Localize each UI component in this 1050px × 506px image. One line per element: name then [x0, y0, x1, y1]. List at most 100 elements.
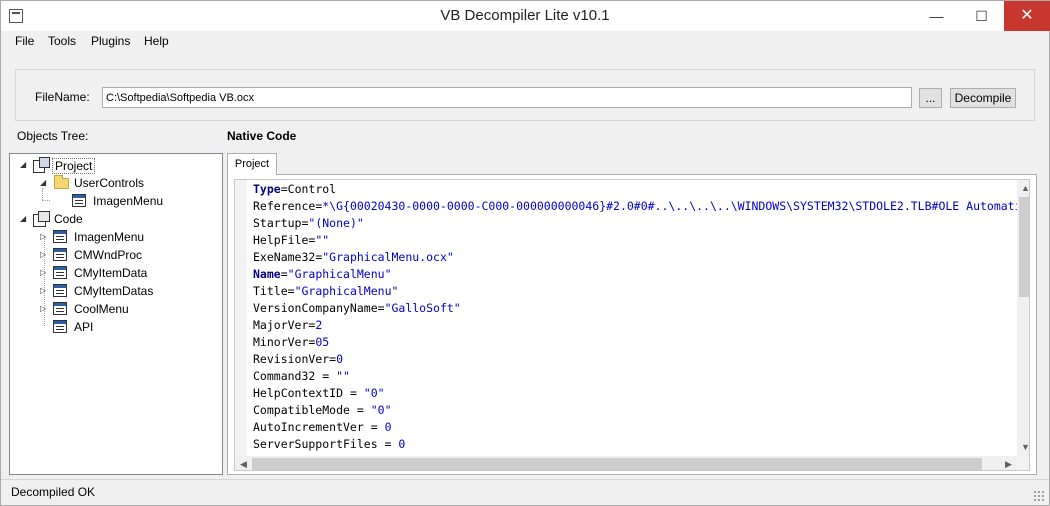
code-key: Command32	[253, 369, 316, 383]
code-value: Control	[287, 182, 337, 196]
tree-item-imagenmenu[interactable]: ImagenMenu	[54, 192, 214, 210]
vertical-scroll-thumb[interactable]	[1019, 197, 1029, 297]
minimize-button[interactable]: —	[914, 1, 959, 31]
menu-file[interactable]: File	[15, 34, 34, 48]
code-key: MajorVer	[253, 318, 309, 332]
tree-item-label: CMWndProc	[74, 248, 143, 262]
code-value: ""	[315, 233, 330, 247]
code-line: MajorVer=2	[253, 318, 322, 335]
tree-item-usercontrols[interactable]: ◢ UserControls	[38, 174, 218, 192]
tab-project[interactable]: Project	[227, 153, 277, 175]
code-line: Command32 = ""	[253, 369, 350, 386]
tree-item-label: CoolMenu	[74, 302, 129, 316]
code-value: 0	[336, 352, 344, 366]
tree-item-project[interactable]: ◢ Project	[18, 156, 218, 174]
form-icon	[53, 284, 67, 297]
menu-help[interactable]: Help	[144, 34, 169, 48]
tree-line	[42, 200, 50, 201]
code-key: Name	[253, 267, 281, 281]
tree-item-code[interactable]: ◢ Code	[18, 210, 218, 228]
vertical-scrollbar[interactable]: ▲ ▼	[1017, 180, 1029, 456]
expand-icon[interactable]: ▷	[40, 232, 46, 241]
menu-tools[interactable]: Tools	[48, 34, 76, 48]
menu-plugins[interactable]: Plugins	[91, 34, 130, 48]
tree-item-api[interactable]: API	[38, 318, 218, 336]
code-separator: =	[287, 284, 295, 298]
horizontal-scroll-thumb[interactable]	[252, 458, 982, 470]
code-value: ""	[336, 369, 350, 383]
scroll-up-icon[interactable]: ▲	[1017, 180, 1029, 197]
tree-item-label: UserControls	[74, 176, 145, 190]
resize-grip-icon[interactable]	[1033, 490, 1045, 502]
objects-tree[interactable]: ◢ Project ◢ UserControls ImagenMenu ◢ Co…	[9, 153, 223, 475]
code-value: "GraphicalMenu.ocx"	[322, 250, 454, 264]
code-key: ServerSupportFiles	[253, 437, 378, 451]
project-icon	[33, 157, 50, 173]
tree-item-cmyitemdatas[interactable]: ▷ CMyItemDatas	[38, 282, 218, 300]
code-value: "0"	[370, 403, 392, 417]
code-key: MinorVer	[253, 335, 309, 349]
tree-item-label: ImagenMenu	[74, 230, 145, 244]
code-line: Type=Control	[253, 182, 336, 199]
window-title: VB Decompiler Lite v10.1	[440, 7, 610, 24]
code-separator: =	[280, 182, 288, 196]
code-key: VersionCompanyName	[253, 301, 378, 315]
code-value: 05	[315, 335, 330, 349]
decompile-button[interactable]: Decompile	[950, 88, 1016, 108]
tree-item-coolmenu[interactable]: ▷ CoolMenu	[38, 300, 218, 318]
title-bar[interactable]: VB Decompiler Lite v10.1 — ☐ ✕	[1, 1, 1050, 31]
collapse-icon[interactable]: ◢	[20, 214, 26, 223]
code-line: ExeName32="GraphicalMenu.ocx"	[253, 250, 454, 267]
code-value: 0	[384, 420, 392, 434]
form-icon	[53, 320, 67, 333]
code-value: "GalloSoft"	[384, 301, 461, 315]
code-text-area[interactable]: Type=Control Reference = *\G{00020430-0000-…	[247, 180, 1017, 456]
filename-input[interactable]	[102, 87, 912, 108]
code-value: "(None)"	[308, 216, 364, 230]
tree-item-label: CMyItemDatas	[74, 284, 154, 298]
form-icon	[53, 248, 67, 261]
expand-icon[interactable]: ▷	[40, 250, 46, 259]
expand-icon[interactable]: ▷	[40, 268, 46, 277]
expand-icon[interactable]: ▷	[40, 304, 46, 313]
code-view[interactable]: Type=Control Reference = *\G{00020430-0000-…	[234, 179, 1030, 471]
maximize-button[interactable]: ☐	[959, 1, 1004, 31]
code-line: RevisionVer=0	[253, 352, 343, 369]
form-icon	[72, 194, 86, 207]
tree-item-cmyitemdata[interactable]: ▷ CMyItemData	[38, 264, 218, 282]
tree-item-label: CMyItemData	[74, 266, 148, 280]
tree-item-label: Project	[52, 158, 96, 174]
code-value: "0"	[363, 386, 385, 400]
code-key: HelpFile	[253, 233, 309, 247]
tree-item-label: API	[74, 320, 94, 334]
collapse-icon[interactable]: ◢	[40, 178, 46, 187]
form-icon	[53, 266, 67, 279]
close-button[interactable]: ✕	[1004, 1, 1050, 31]
code-separator: =	[343, 386, 364, 400]
objects-tree-label: Objects Tree:	[17, 129, 89, 143]
filename-panel: FileName: ... Decompile	[15, 69, 1035, 121]
code-value: "GraphicalMenu"	[287, 267, 392, 281]
horizontal-scrollbar[interactable]: ◀ ▶	[235, 456, 1017, 470]
code-line: AutoIncrementVer = 0	[253, 420, 392, 437]
tree-item-cmwndproc[interactable]: ▷ CMWndProc	[38, 246, 218, 264]
filename-label: FileName:	[35, 90, 90, 104]
code-key: Reference	[253, 199, 316, 213]
browse-button[interactable]: ...	[919, 88, 942, 108]
code-separator: =	[349, 403, 371, 417]
code-separator: =	[377, 301, 385, 315]
collapse-icon[interactable]: ◢	[20, 160, 26, 169]
code-separator: =	[363, 420, 385, 434]
code-value: "GraphicalMenu"	[294, 284, 399, 298]
scroll-right-icon[interactable]: ▶	[1000, 456, 1017, 470]
code-line: ServerSupportFiles = 0	[253, 437, 405, 454]
scroll-left-icon[interactable]: ◀	[235, 456, 252, 470]
tree-item-code-imagenmenu[interactable]: ▷ ImagenMenu	[38, 228, 218, 246]
expand-icon[interactable]: ▷	[40, 286, 46, 295]
scroll-down-icon[interactable]: ▼	[1017, 439, 1029, 456]
menu-bar: File Tools Plugins Help	[1, 31, 1049, 53]
tab-page: Type=Control Reference = *\G{00020430-0000-…	[227, 174, 1037, 475]
code-line: Title="GraphicalMenu"	[253, 284, 398, 301]
code-value: *\G{00020430-0000-0000-C000-000000000046…	[322, 199, 1017, 213]
code-separator: =	[280, 267, 288, 281]
